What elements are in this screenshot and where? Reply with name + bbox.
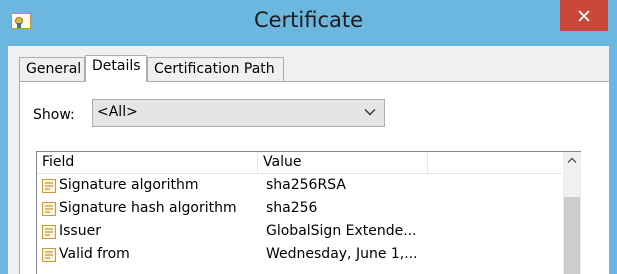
tab-details[interactable]: Details xyxy=(85,55,147,82)
list-item[interactable]: Issuer GlobalSign Extende... xyxy=(37,221,562,244)
row-field: Signature hash algorithm xyxy=(59,200,237,216)
tab-general[interactable]: General xyxy=(19,57,85,81)
row-field: Valid from xyxy=(59,246,130,262)
show-label: Show: xyxy=(33,107,75,123)
chevron-up-icon xyxy=(567,157,577,163)
field-list[interactable]: Field Value Signature algorithm sha256RS… xyxy=(36,151,581,274)
list-header: Field Value xyxy=(37,152,562,174)
certificate-field-icon xyxy=(42,202,56,216)
tab-certification-path[interactable]: Certification Path xyxy=(147,57,284,81)
row-value: Wednesday, June 1,... xyxy=(266,246,418,262)
row-value: sha256RSA xyxy=(266,177,346,193)
close-button[interactable] xyxy=(560,0,608,31)
list-item[interactable]: Signature algorithm sha256RSA xyxy=(37,175,562,198)
row-value: GlobalSign Extende... xyxy=(266,223,417,239)
window-title: Certificate xyxy=(253,8,364,32)
column-header-filler xyxy=(428,152,562,174)
scrollbar-thumb[interactable] xyxy=(564,197,580,274)
list-item[interactable]: Signature hash algorithm sha256 xyxy=(37,198,562,221)
list-item[interactable]: Valid from Wednesday, June 1,... xyxy=(37,244,562,267)
certificate-field-icon xyxy=(42,248,56,262)
column-header-value[interactable]: Value xyxy=(258,152,428,174)
show-dropdown[interactable]: <All> xyxy=(92,99,385,127)
close-icon xyxy=(578,9,590,22)
scroll-up-button[interactable] xyxy=(563,152,581,169)
chevron-down-icon xyxy=(364,109,376,116)
title-bar[interactable]: Certificate xyxy=(0,0,617,46)
row-field: Signature algorithm xyxy=(59,177,199,193)
row-value: sha256 xyxy=(266,200,318,216)
certificate-field-icon xyxy=(42,225,56,239)
column-header-field[interactable]: Field xyxy=(37,152,258,174)
show-selected-value: <All> xyxy=(97,104,138,120)
details-panel: Show: <All> Field Value Signature algori… xyxy=(19,81,609,274)
certificate-field-icon xyxy=(42,179,56,193)
row-field: Issuer xyxy=(59,223,101,239)
vertical-scrollbar[interactable] xyxy=(563,152,581,274)
dialog-body: General Details Certification Path Show:… xyxy=(8,46,609,274)
